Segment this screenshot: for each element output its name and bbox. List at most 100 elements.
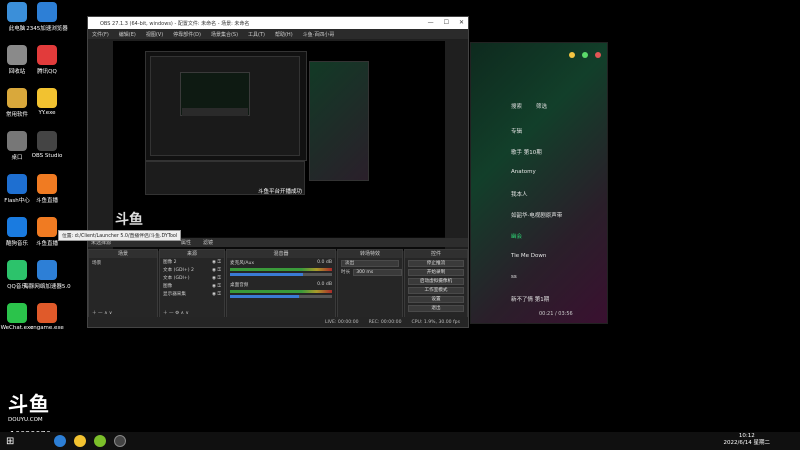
desktop-icon[interactable]: 2345加速浏览器 — [26, 2, 68, 32]
desktop-icon[interactable]: YY.exe — [30, 88, 64, 116]
music-list-item[interactable]: 幽会 — [511, 232, 522, 240]
visibility-lock-icon[interactable]: ◉ ⚿ — [212, 267, 221, 273]
app-icon — [7, 2, 27, 22]
music-list-item[interactable]: Anatomy — [511, 169, 536, 175]
control-button[interactable]: 停止推流 — [408, 259, 464, 267]
music-list-item[interactable]: ss — [511, 274, 517, 280]
app-icon — [37, 88, 57, 108]
minimize-dot-icon[interactable] — [569, 52, 575, 58]
scene-toolbar[interactable]: ＋ — ∧ ∨ — [92, 310, 112, 316]
desktop-icon[interactable]: OBS Studio — [30, 131, 64, 159]
source-item[interactable]: 显示器采集 ◉ ⚿ — [160, 290, 224, 298]
control-button[interactable]: 开始录制 — [408, 268, 464, 276]
mixer-header: 混音器 — [227, 250, 335, 258]
desktop-icon[interactable]: 桌口 — [0, 131, 34, 161]
mixer-dock: 混音器 麦克风/Aux 0.0 dB 桌面音频 0.0 dB — [226, 249, 336, 319]
volume-slider[interactable] — [230, 273, 332, 276]
close-icon[interactable]: ✕ — [459, 19, 464, 26]
start-icon[interactable]: ⊞ — [6, 436, 14, 447]
visibility-lock-icon[interactable]: ◉ ⚿ — [212, 283, 221, 289]
scenes-dock: 场景 场景 ＋ — ∧ ∨ — [88, 249, 158, 319]
source-item[interactable]: 图像 ◉ ⚿ — [160, 282, 224, 290]
menu-item[interactable]: 场景集合(S) — [211, 31, 238, 38]
scene-item[interactable]: 场景 — [89, 258, 157, 268]
desktop-icon[interactable]: 海豚网络加速器5.0 — [23, 260, 71, 290]
live-status: LIVE: 00:00:00 — [324, 319, 359, 325]
yy-taskbar-icon[interactable] — [74, 435, 87, 447]
source-item[interactable]: 图像 2 ◉ ⚿ — [160, 258, 224, 266]
rec-status: REC: 00:00:00 — [368, 319, 402, 325]
mixer-db: 0.0 dB — [317, 282, 332, 287]
taskbar: ⊞ 10:12 2022/6/14 星期二 — [0, 432, 800, 450]
menu-item[interactable]: 视图(V) — [146, 31, 163, 38]
properties-button[interactable]: 属性 — [181, 239, 191, 246]
douyu-watermark: 斗鱼 DOUYU.COM — [8, 388, 50, 423]
desktop-icon[interactable]: WeChat.exe — [0, 303, 34, 331]
app-icon — [37, 45, 57, 65]
music-search-label[interactable]: 搜索 — [511, 102, 522, 110]
maximize-icon[interactable]: ☐ — [444, 19, 449, 26]
browser-taskbar-icon[interactable] — [54, 435, 67, 447]
menu-item[interactable]: 斗鱼·百四小哥 — [303, 31, 335, 38]
desktop-icon[interactable]: Flash中心 — [0, 174, 34, 204]
desktop-icon[interactable]: 酷狗音乐 — [0, 217, 34, 247]
minimize-icon[interactable]: — — [428, 19, 434, 26]
desktop-icon-label: 2345加速浏览器 — [26, 26, 68, 32]
filters-button[interactable]: 滤镜 — [203, 239, 213, 246]
app-icon — [7, 88, 27, 108]
visibility-lock-icon[interactable]: ◉ ⚿ — [212, 275, 221, 281]
desktop-icon-label: OBS Studio — [31, 153, 63, 159]
transitions-header: 转场特效 — [338, 250, 402, 258]
control-button[interactable]: 工作室模式 — [408, 286, 464, 294]
system-clock[interactable]: 10:12 2022/6/14 星期二 — [724, 433, 770, 447]
menu-item[interactable]: 编辑(E) — [119, 31, 136, 38]
control-button[interactable]: 启动虚拟摄像机 — [408, 277, 464, 285]
visibility-lock-icon[interactable]: ◉ ⚿ — [212, 259, 221, 265]
desktop-icon[interactable]: cngame.exe — [30, 303, 64, 331]
source-item[interactable]: 文本 (GDI+) 2 ◉ ⚿ — [160, 266, 224, 274]
menu-item[interactable]: 停靠部件(D) — [173, 31, 201, 38]
maximize-dot-icon[interactable] — [582, 52, 588, 58]
duration-input[interactable]: 300 ms — [353, 268, 402, 276]
desktop-icon[interactable]: 回收站 — [0, 45, 34, 75]
obs-taskbar-icon[interactable] — [114, 435, 127, 447]
music-list-item[interactable]: 我本人 — [511, 190, 528, 198]
menu-item[interactable]: 文件(F) — [92, 31, 109, 38]
volume-slider[interactable] — [230, 295, 332, 298]
visibility-lock-icon[interactable]: ◉ ⚿ — [212, 291, 221, 297]
app-taskbar-icon[interactable] — [94, 435, 107, 447]
douyu-logo: 斗鱼 — [8, 392, 50, 416]
menu-item[interactable]: 工具(T) — [248, 31, 265, 38]
volume-slider-fill — [230, 295, 300, 298]
control-button[interactable]: 退出 — [408, 304, 464, 312]
music-list-item[interactable]: 新不了情 第1期 — [511, 295, 549, 303]
desktop-icon[interactable]: 常用软件 — [0, 88, 34, 118]
desktop-icon[interactable]: 腾讯QQ — [30, 45, 64, 75]
music-list-item[interactable]: 专辑 — [511, 127, 522, 135]
transition-select[interactable]: 淡出 — [341, 259, 399, 267]
desktop-icon-label: 斗鱼直播 — [35, 241, 58, 247]
app-icon — [37, 131, 57, 151]
obs-window[interactable]: OBS 27.1.3 (64-bit, windows) - 配置文件: 未命名… — [87, 16, 469, 328]
obs-menubar: 文件(F) 编辑(E) 视图(V) 停靠部件(D) 场景集合(S) 工具(T) 帮助(H) 斗… — [88, 29, 468, 39]
music-list-item[interactable]: 歌手 第10期 — [511, 148, 542, 156]
menu-item[interactable]: 帮助(H) — [275, 31, 293, 38]
file-tooltip: 位置: d:/Client/Launcher 5.0/直播伴侣/斗鱼.DYToo… — [58, 230, 182, 241]
preview-douyu-logo: 斗鱼 — [115, 212, 143, 228]
music-list-item[interactable]: 如韶华·电视剧原声带 — [511, 211, 562, 219]
control-button[interactable]: 设置 — [408, 295, 464, 303]
mixer-channel-name: 桌面音频 — [230, 283, 249, 288]
app-icon — [37, 303, 57, 323]
music-player-window[interactable]: 搜索 筛选 专辑歌手 第10期 Anatomy 我本人如韶华·电视剧原声带 幽会 Tie… — [470, 42, 608, 324]
obs-preview[interactable]: 斗鱼平台开播成功 斗鱼 — [113, 41, 445, 251]
close-dot-icon[interactable] — [595, 52, 601, 58]
desktop-icon-label: Flash中心 — [4, 198, 30, 204]
music-filter-label[interactable]: 筛选 — [536, 102, 547, 110]
desktop-icon[interactable]: 斗鱼直播 — [30, 174, 64, 204]
music-list-item[interactable]: Tie Me Down — [511, 253, 546, 259]
source-toolbar[interactable]: ＋ — ⚙ ∧ ∨ — [163, 310, 189, 316]
app-icon — [37, 174, 57, 194]
desktop-icon-label: YY.exe — [38, 110, 56, 116]
mixer-db: 0.0 dB — [317, 260, 332, 265]
source-item[interactable]: 文本 (GDI+) ◉ ⚿ — [160, 274, 224, 282]
